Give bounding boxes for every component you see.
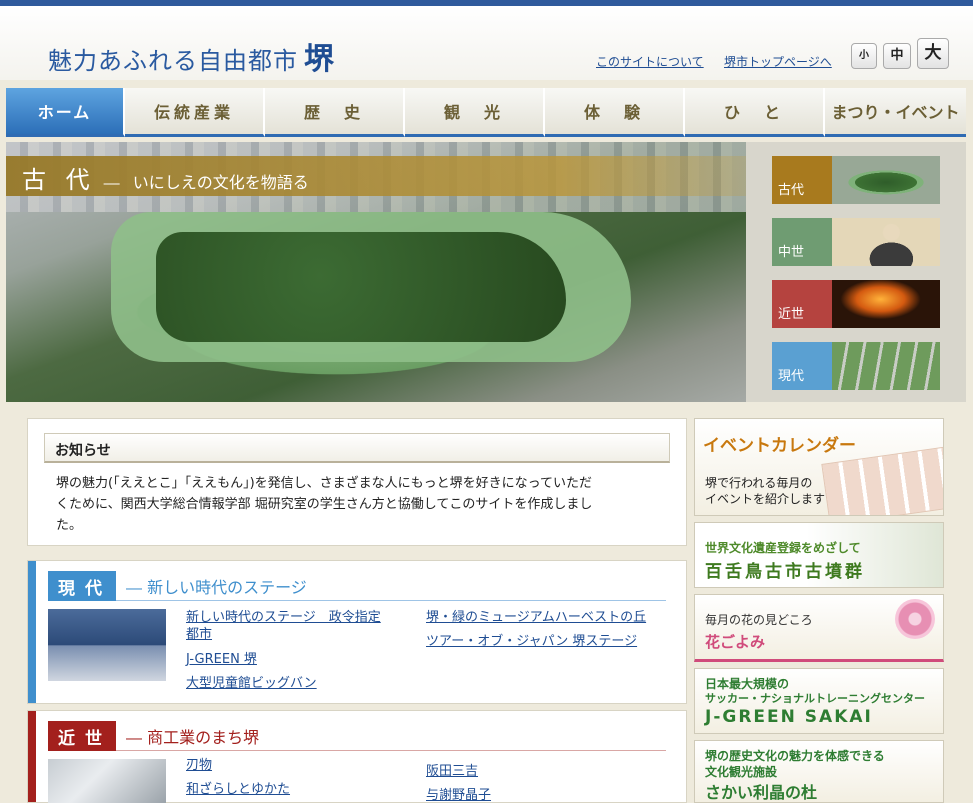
hero-dash: ―: [103, 173, 120, 192]
thumb-label: 近世: [772, 280, 832, 328]
link-seirei-city[interactable]: 新しい時代のステージ 政令指定: [186, 609, 381, 626]
hero-caption: 古 代 ― いにしえの文化を物語る: [22, 160, 309, 195]
rishou-line3: さかい利晶の杜: [705, 783, 818, 802]
calendar-title: イベントカレンダー: [703, 436, 856, 456]
kofun-heritage-banner[interactable]: 世界文化遺産登録をめざして 百舌鳥古市古墳群: [694, 522, 944, 588]
era-rule: [116, 600, 666, 601]
nav-home[interactable]: ホーム: [6, 88, 125, 137]
heritage-line2: 百舌鳥古市古墳群: [705, 562, 865, 582]
link-seirei-city-cont[interactable]: 都市: [186, 626, 212, 643]
link-sakata-sankichi[interactable]: 阪田三吉: [426, 763, 478, 780]
heritage-line1: 世界文化遺産登録をめざして: [705, 541, 861, 555]
flower-line2: 花ごよみ: [705, 633, 766, 651]
site-header: 魅力あふれる自由都市堺 このサイトについて 堺市トップページへ 小 中 大: [0, 6, 973, 80]
nav-history[interactable]: 歴 史: [265, 88, 405, 137]
nav-experience[interactable]: 体 験: [545, 88, 685, 137]
nav-traditional-industry[interactable]: 伝統産業: [125, 88, 265, 137]
hero-kofun-photo[interactable]: 古 代 ― いにしえの文化を物語る: [6, 142, 746, 402]
site-title-main: 魅力あふれる自由都市: [48, 47, 298, 75]
era-photo-knives[interactable]: [48, 759, 166, 803]
thumb-kinsei[interactable]: 近世: [772, 280, 940, 328]
font-size-large-button[interactable]: 大: [917, 38, 949, 69]
calendar-graphic: [821, 446, 943, 515]
era-rule: [116, 750, 666, 751]
about-site-link[interactable]: このサイトについて: [596, 53, 704, 70]
hanagoyomi-banner[interactable]: 毎月の花の見どころ 花ごよみ: [694, 594, 944, 662]
link-hamono[interactable]: 刃物: [186, 757, 212, 774]
notice-line: くために、関西大学総合情報学部 堀研究室の学生さん方と協働してこのサイトを作成し…: [56, 497, 593, 512]
flower-icon: [895, 599, 935, 639]
era-section-kinsei: 近世 ― 商工業のまち堺 刃物 和ざらしとゆかた 阪田三吉 与謝野晶子: [27, 710, 687, 803]
city-top-link[interactable]: 堺市トップページへ: [724, 53, 832, 70]
thumb-gendai[interactable]: 現代: [772, 342, 940, 390]
hero-kofun-forest: [156, 232, 566, 342]
site-title[interactable]: 魅力あふれる自由都市堺: [48, 34, 335, 78]
era-accent-bar: [28, 711, 36, 802]
hero-era: 古 代: [22, 166, 96, 194]
era-section-gendai: 現代 ― 新しい時代のステージ 新しい時代のステージ 政令指定 都市 J-GRE…: [27, 560, 687, 704]
thumb-label: 中世: [772, 218, 832, 266]
calendar-line: イベントを紹介します: [705, 492, 826, 506]
thumb-field-image: [832, 342, 940, 390]
global-nav: ホーム 伝統産業 歴 史 観 光 体 験 ひ と まつり・イベント: [6, 88, 966, 137]
notice-box: お知らせ 堺の魅力(「ええとこ」「ええもん」)を発信し、さまざまな人にもっと堺を…: [27, 418, 687, 546]
calendar-line: 堺で行われる毎月の: [705, 476, 813, 490]
link-yosano-akiko[interactable]: 与謝野晶子: [426, 787, 491, 803]
nav-people[interactable]: ひ と: [685, 88, 825, 137]
calendar-desc: 堺で行われる毎月の イベントを紹介します: [705, 475, 825, 507]
thumb-label: 古代: [772, 156, 832, 204]
era-photo-stage[interactable]: [48, 609, 166, 681]
rishou-no-mori-banner[interactable]: 堺の歴史文化の魅力を体感できる 文化観光施設 さかい利晶の杜: [694, 740, 944, 803]
thumb-label: 現代: [772, 342, 832, 390]
thumb-chusei[interactable]: 中世: [772, 218, 940, 266]
era-title: 近世 ― 商工業のまち堺: [48, 721, 259, 751]
notice-heading: お知らせ: [44, 433, 670, 463]
link-jgreen[interactable]: J-GREEN 堺: [186, 651, 257, 668]
link-tour-of-japan[interactable]: ツアー・オブ・ジャパン 堺ステージ: [426, 633, 637, 650]
thumb-forge-image: [832, 280, 940, 328]
event-calendar-banner[interactable]: イベントカレンダー 堺で行われる毎月の イベントを紹介します: [694, 418, 944, 516]
main-content: お知らせ 堺の魅力(「ええとこ」「ええもん」)を発信し、さまざまな人にもっと堺を…: [27, 418, 687, 803]
site-title-sakai: 堺: [304, 42, 335, 77]
font-size-small-button[interactable]: 小: [851, 43, 877, 69]
link-harvest-hill[interactable]: 堺・緑のミュージアムハーベストの丘: [426, 609, 646, 626]
side-banners: イベントカレンダー 堺で行われる毎月の イベントを紹介します 世界文化遺産登録を…: [694, 418, 944, 803]
era-tag: 近世: [48, 721, 116, 751]
nav-festival-events[interactable]: まつり・イベント: [825, 88, 966, 137]
era-subtitle: ― 新しい時代のステージ: [126, 578, 307, 597]
jgreen-line3: J-GREEN SAKAI: [705, 707, 873, 727]
hero-caption-text: いにしえの文化を物語る: [132, 173, 309, 192]
notice-line: 堺の魅力(「ええとこ」「ええもん」)を発信し、さまざまな人にもっと堺を好きになっ…: [56, 476, 592, 491]
thumb-kodai[interactable]: 古代: [772, 156, 940, 204]
jgreen-line2: サッカー・ナショナルトレーニングセンター: [705, 692, 925, 705]
thumb-portrait-image: [832, 218, 940, 266]
notice-body: 堺の魅力(「ええとこ」「ええもん」)を発信し、さまざまな人にもっと堺を好きになっ…: [56, 473, 666, 536]
rishou-line2: 文化観光施設: [705, 765, 778, 779]
jgreen-banner[interactable]: 日本最大規模の サッカー・ナショナルトレーニングセンター J-GREEN SAK…: [694, 668, 944, 734]
link-bigbang[interactable]: 大型児童館ビッグバン: [186, 675, 317, 692]
link-wazarashi[interactable]: 和ざらしとゆかた: [186, 781, 290, 798]
era-title: 現代 ― 新しい時代のステージ: [48, 571, 307, 601]
era-accent-bar: [28, 561, 36, 703]
nav-tourism[interactable]: 観 光: [405, 88, 545, 137]
era-thumbnails: 古代 中世 近世 現代: [746, 142, 966, 402]
notice-line: た。: [56, 518, 83, 533]
flower-line1: 毎月の花の見どころ: [705, 613, 813, 627]
era-tag: 現代: [48, 571, 116, 601]
era-subtitle: ― 商工業のまち堺: [126, 728, 260, 747]
rishou-line1: 堺の歴史文化の魅力を体感できる: [705, 749, 885, 763]
font-size-medium-button[interactable]: 中: [883, 43, 911, 69]
thumb-kofun-image: [832, 156, 940, 204]
